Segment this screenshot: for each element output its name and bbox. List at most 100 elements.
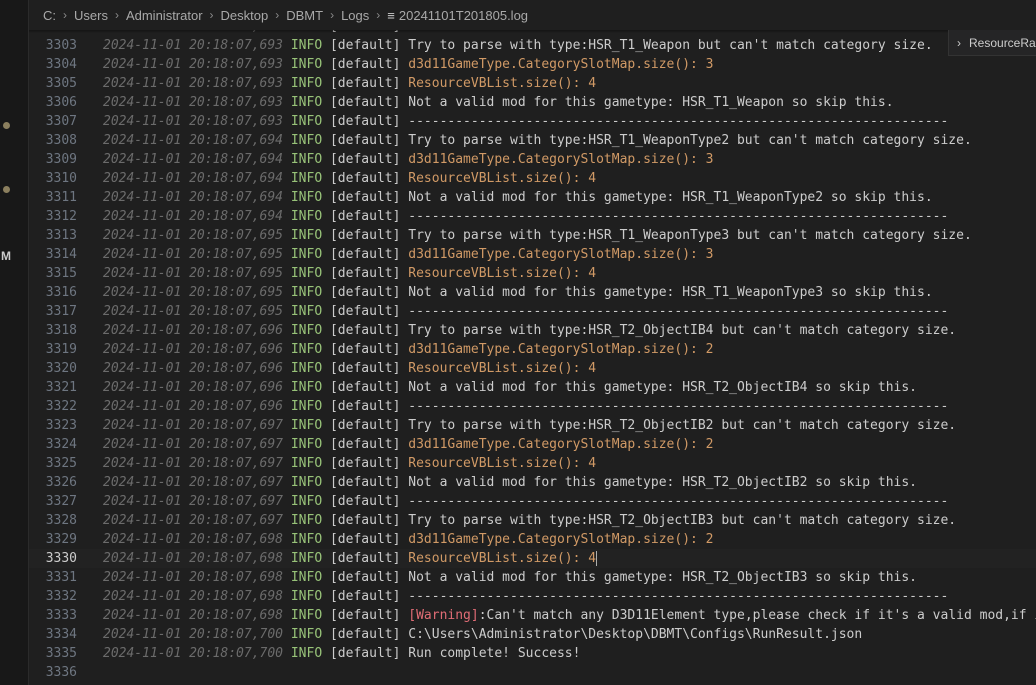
log-timestamp: 2024-11-01 20:18:07,695 bbox=[103, 228, 284, 243]
breadcrumb: C: › Users › Administrator › Desktop › DBMT › Logs… bbox=[29, 0, 1036, 30]
log-line[interactable]: 3321 2024-11-01 20:18:07,696 INFO [defaul… bbox=[29, 378, 1036, 397]
log-message: :Can't match any D3D11Element type,pleas… bbox=[478, 608, 1036, 623]
log-line[interactable]: 3334 2024-11-01 20:18:07,700 INFO [defaul… bbox=[29, 625, 1036, 644]
log-line[interactable]: 3336 bbox=[29, 663, 1036, 682]
log-line[interactable]: 3312 2024-11-01 20:18:07,694 INFO [defaul… bbox=[29, 207, 1036, 226]
log-line[interactable]: 3324 2024-11-01 20:18:07,697 INFO [defaul… bbox=[29, 435, 1036, 454]
log-level: INFO bbox=[290, 38, 323, 53]
log-line[interactable]: 3326 2024-11-01 20:18:07,697 INFO [defaul… bbox=[29, 473, 1036, 492]
breadcrumb-segment[interactable]: C: bbox=[43, 8, 56, 23]
log-line[interactable]: 3313 2024-11-01 20:18:07,695 INFO [defaul… bbox=[29, 226, 1036, 245]
log-message: (): 4 bbox=[556, 76, 597, 91]
log-line[interactable]: 3320 2024-11-01 20:18:07,696 INFO [defaul… bbox=[29, 359, 1036, 378]
log-level: INFO bbox=[290, 57, 323, 72]
log-line[interactable]: 3325 2024-11-01 20:18:07,697 INFO [defaul… bbox=[29, 454, 1036, 473]
lines-icon: ≡ bbox=[387, 7, 395, 23]
log-message: Run complete! Success! bbox=[400, 646, 581, 661]
log-line[interactable]: 3335 2024-11-01 20:18:07,700 INFO [defaul… bbox=[29, 644, 1036, 663]
log-line[interactable]: 3306 2024-11-01 20:18:07,693 INFO [defaul… bbox=[29, 93, 1036, 112]
log-level: INFO bbox=[290, 133, 323, 148]
log-timestamp: 2024-11-01 20:18:07,696 bbox=[103, 380, 284, 395]
log-line[interactable]: 3305 2024-11-01 20:18:07,693 INFO [defaul… bbox=[29, 74, 1036, 93]
log-category: [default] bbox=[329, 171, 401, 186]
log-level: INFO bbox=[290, 570, 323, 585]
chevron-right-icon: › bbox=[957, 35, 961, 50]
sticky-scroll-header[interactable]: › ResourceRa bbox=[948, 30, 1036, 56]
log-message: Try to parse with type:HSR_T2_ObjectIB3 … bbox=[400, 513, 957, 528]
breadcrumb-segment[interactable]: DBMT bbox=[286, 8, 323, 23]
log-line[interactable]: 3314 2024-11-01 20:18:07,695 INFO [defaul… bbox=[29, 245, 1036, 264]
log-level: INFO bbox=[290, 228, 323, 243]
log-level: INFO bbox=[290, 399, 323, 414]
chevron-right-icon: › bbox=[275, 8, 280, 22]
log-category: [default] bbox=[329, 494, 401, 509]
log-line[interactable]: 3308 2024-11-01 20:18:07,694 INFO [defaul… bbox=[29, 131, 1036, 150]
log-level: INFO bbox=[290, 475, 323, 490]
log-level: INFO bbox=[290, 247, 323, 262]
log-level: INFO bbox=[290, 323, 323, 338]
log-category: [default] bbox=[329, 570, 401, 585]
log-category: [default] bbox=[329, 475, 401, 490]
line-number: 3319 bbox=[45, 342, 77, 357]
log-line[interactable]: 3303 2024-11-01 20:18:07,693 INFO [defaul… bbox=[29, 36, 1036, 55]
log-timestamp: 2024-11-01 20:18:07,694 bbox=[103, 152, 284, 167]
log-line[interactable]: 3316 2024-11-01 20:18:07,695 INFO [defaul… bbox=[29, 283, 1036, 302]
editor-text-area[interactable]: 33022024-11-01 20:18:07,692 INFO [defaul… bbox=[29, 24, 1036, 685]
log-line[interactable]: 3322 2024-11-01 20:18:07,696 INFO [defaul… bbox=[29, 397, 1036, 416]
log-timestamp: 2024-11-01 20:18:07,696 bbox=[103, 399, 284, 414]
log-timestamp: 2024-11-01 20:18:07,694 bbox=[103, 190, 284, 205]
log-entry: 2024-11-01 20:18:07,695 INFO [default] d… bbox=[103, 245, 714, 264]
breadcrumb-segment[interactable]: Logs bbox=[341, 8, 369, 23]
breadcrumb-segment[interactable]: Desktop bbox=[221, 8, 269, 23]
log-timestamp: 2024-11-01 20:18:07,696 bbox=[103, 323, 284, 338]
log-line[interactable]: 3304 2024-11-01 20:18:07,693 INFO [defaul… bbox=[29, 55, 1036, 74]
log-entry: 2024-11-01 20:18:07,696 INFO [default] N… bbox=[103, 378, 917, 397]
breadcrumb-file[interactable]: 20241101T201805.log bbox=[399, 8, 528, 23]
log-timestamp: 2024-11-01 20:18:07,693 bbox=[103, 95, 284, 110]
breadcrumb-segment[interactable]: Users bbox=[74, 8, 108, 23]
log-line[interactable]: 3311 2024-11-01 20:18:07,694 INFO [defaul… bbox=[29, 188, 1036, 207]
log-entry: 2024-11-01 20:18:07,693 INFO [default] -… bbox=[103, 112, 948, 131]
log-line[interactable]: 3330 2024-11-01 20:18:07,698 INFO [defaul… bbox=[29, 549, 1036, 568]
log-line[interactable]: 3331 2024-11-01 20:18:07,698 INFO [defaul… bbox=[29, 568, 1036, 587]
log-line[interactable]: 3319 2024-11-01 20:18:07,696 INFO [defaul… bbox=[29, 340, 1036, 359]
log-category: [default] bbox=[329, 133, 401, 148]
log-entry: 2024-11-01 20:18:07,694 INFO [default] R… bbox=[103, 169, 596, 188]
log-entry: 2024-11-01 20:18:07,693 INFO [default] T… bbox=[103, 36, 933, 55]
log-line[interactable]: 3315 2024-11-01 20:18:07,695 INFO [defaul… bbox=[29, 264, 1036, 283]
log-line[interactable]: 3327 2024-11-01 20:18:07,697 INFO [defaul… bbox=[29, 492, 1036, 511]
log-line[interactable]: 3323 2024-11-01 20:18:07,697 INFO [defaul… bbox=[29, 416, 1036, 435]
log-line[interactable]: 3329 2024-11-01 20:18:07,698 INFO [defaul… bbox=[29, 530, 1036, 549]
line-number: 3313 bbox=[45, 228, 77, 243]
log-level: INFO bbox=[290, 494, 323, 509]
line-number: 3316 bbox=[45, 285, 77, 300]
log-line[interactable]: 3317 2024-11-01 20:18:07,695 INFO [defaul… bbox=[29, 302, 1036, 321]
log-level: INFO bbox=[290, 266, 323, 281]
log-category: [default] bbox=[329, 513, 401, 528]
log-entry: 2024-11-01 20:18:07,693 INFO [default] R… bbox=[103, 74, 596, 93]
line-number: 3332 bbox=[45, 589, 77, 604]
breadcrumb-segment[interactable]: Administrator bbox=[126, 8, 203, 23]
log-line[interactable]: 3307 2024-11-01 20:18:07,693 INFO [defaul… bbox=[29, 112, 1036, 131]
log-line[interactable]: 3318 2024-11-01 20:18:07,696 INFO [defaul… bbox=[29, 321, 1036, 340]
log-timestamp: 2024-11-01 20:18:07,697 bbox=[103, 456, 284, 471]
log-category: [default] bbox=[329, 361, 401, 376]
log-category: [default] bbox=[329, 266, 401, 281]
log-timestamp: 2024-11-01 20:18:07,700 bbox=[103, 646, 284, 661]
log-timestamp: 2024-11-01 20:18:07,695 bbox=[103, 304, 284, 319]
log-line[interactable]: 3332 2024-11-01 20:18:07,698 INFO [defaul… bbox=[29, 587, 1036, 606]
log-level: INFO bbox=[290, 608, 323, 623]
highlighted-symbol: d3d11GameType.CategorySlotMap.size bbox=[408, 57, 675, 72]
log-line[interactable]: 3310 2024-11-01 20:18:07,694 INFO [defaul… bbox=[29, 169, 1036, 188]
log-level: INFO bbox=[290, 209, 323, 224]
log-entry: 2024-11-01 20:18:07,696 INFO [default] R… bbox=[103, 359, 596, 378]
log-line[interactable]: 3309 2024-11-01 20:18:07,694 INFO [defaul… bbox=[29, 150, 1036, 169]
log-category: [default] bbox=[329, 551, 401, 566]
log-level: INFO bbox=[290, 418, 323, 433]
line-number: 3323 bbox=[45, 418, 77, 433]
log-entry: 2024-11-01 20:18:07,695 INFO [default] T… bbox=[103, 226, 972, 245]
log-line[interactable]: 3328 2024-11-01 20:18:07,697 INFO [defaul… bbox=[29, 511, 1036, 530]
log-message: (): 2 bbox=[674, 437, 714, 452]
log-timestamp: 2024-11-01 20:18:07,697 bbox=[103, 494, 284, 509]
log-line[interactable]: 3333 2024-11-01 20:18:07,698 INFO [defaul… bbox=[29, 606, 1036, 625]
